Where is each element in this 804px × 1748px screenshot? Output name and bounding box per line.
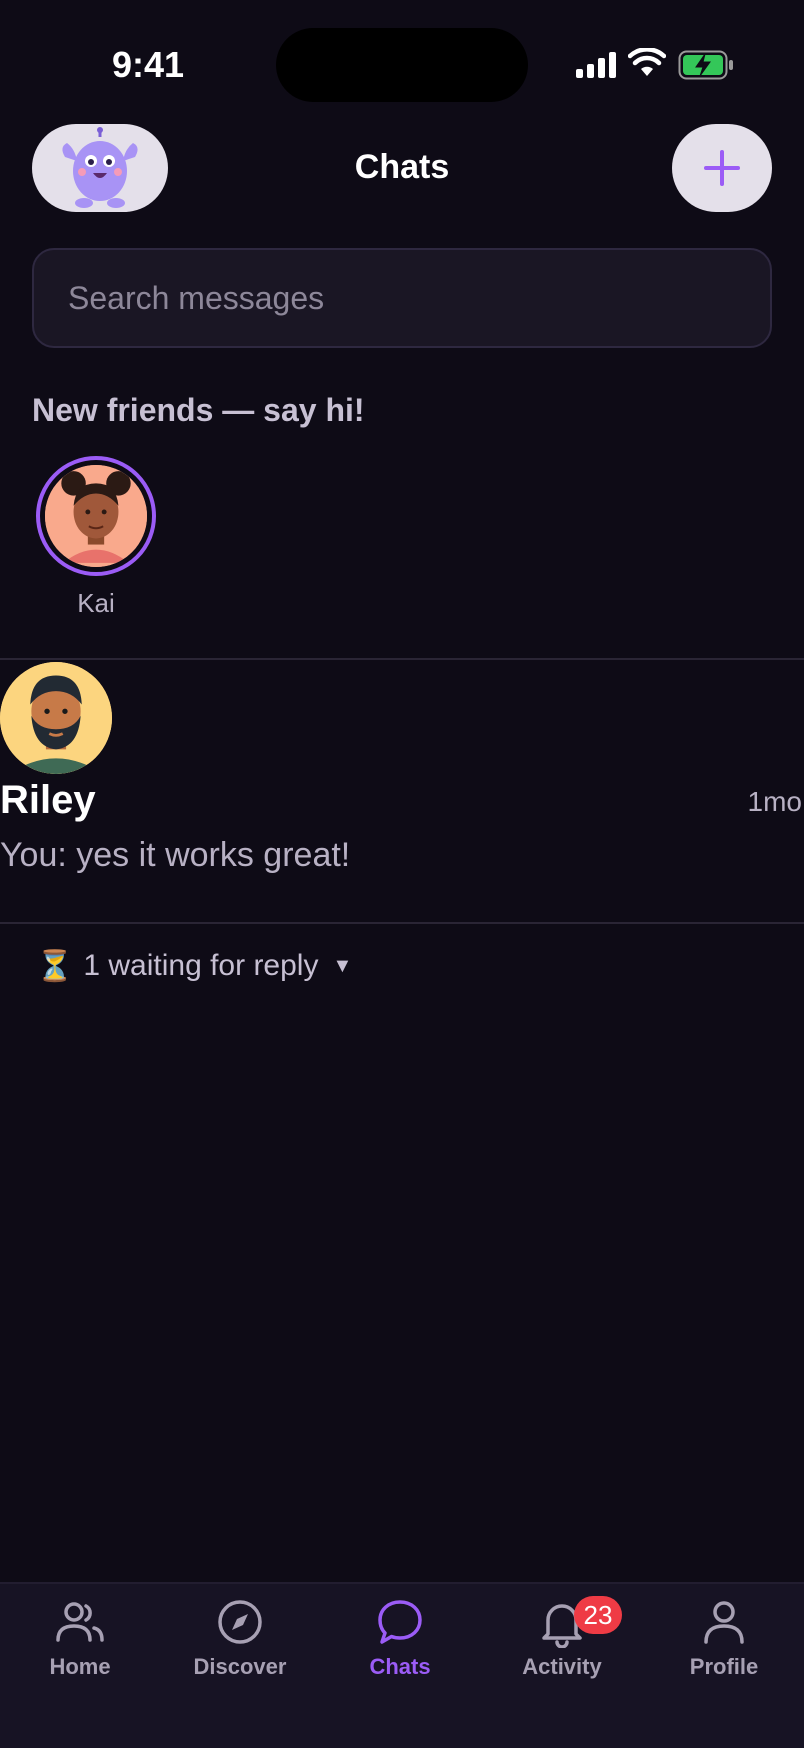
friend-avatar: [45, 465, 147, 567]
tab-label: Profile: [689, 1654, 759, 1679]
divider: [0, 922, 804, 924]
tab-chats[interactable]: Chats: [330, 1596, 470, 1696]
chat-row[interactable]: Riley 1mo You: yes it works great!: [0, 662, 804, 922]
hourglass-icon: ⏳: [36, 949, 74, 983]
tab-label: Discover: [193, 1654, 287, 1679]
tab-activity[interactable]: 23 Activity: [492, 1596, 632, 1696]
man-avatar-icon: [0, 662, 112, 774]
chat-timestamp: 1mo: [747, 786, 802, 817]
tab-profile[interactable]: Profile: [654, 1596, 794, 1696]
status-time: 9:41: [112, 44, 185, 85]
tab-label: Home: [49, 1654, 111, 1679]
woman-avatar-icon: [45, 465, 147, 567]
new-friend-item[interactable]: Kai: [36, 456, 156, 619]
status-bar: 9:41: [0, 0, 804, 120]
new-friends-title: New friends — say hi!: [32, 392, 365, 428]
chat-avatar: [0, 662, 112, 774]
chat-bubble-icon: [378, 1600, 422, 1644]
friend-avatar-ring: [36, 456, 156, 576]
chat-contact-name: Riley: [0, 778, 96, 822]
plus-icon: [704, 150, 740, 186]
people-icon: [56, 1602, 104, 1642]
battery-charging-icon: [678, 50, 733, 80]
tab-discover[interactable]: Discover: [170, 1596, 310, 1696]
search-box[interactable]: [32, 248, 772, 348]
notification-badge: 23: [574, 1596, 622, 1634]
new-chat-button[interactable]: [672, 124, 772, 212]
divider: [0, 658, 804, 660]
friend-name: Kai: [77, 588, 115, 618]
waiting-label: 1 waiting for reply: [83, 949, 319, 982]
person-icon: [704, 1601, 744, 1644]
caret-down-icon: ▼: [332, 954, 353, 977]
tab-label: Activity: [522, 1654, 602, 1679]
wifi-icon: [628, 48, 666, 76]
compass-icon: [218, 1600, 262, 1644]
tab-home[interactable]: Home: [10, 1596, 150, 1696]
tab-bar: Home Discover Chats 23 Activity Profile: [0, 1582, 804, 1748]
waiting-for-reply-toggle[interactable]: ⏳ 1 waiting for reply ▼: [36, 942, 352, 990]
dynamic-island: [276, 28, 528, 102]
tab-label: Chats: [369, 1654, 431, 1679]
cellular-signal-icon: [576, 52, 616, 78]
search-input[interactable]: [34, 250, 770, 346]
chat-last-message: You: yes it works great!: [0, 836, 351, 874]
